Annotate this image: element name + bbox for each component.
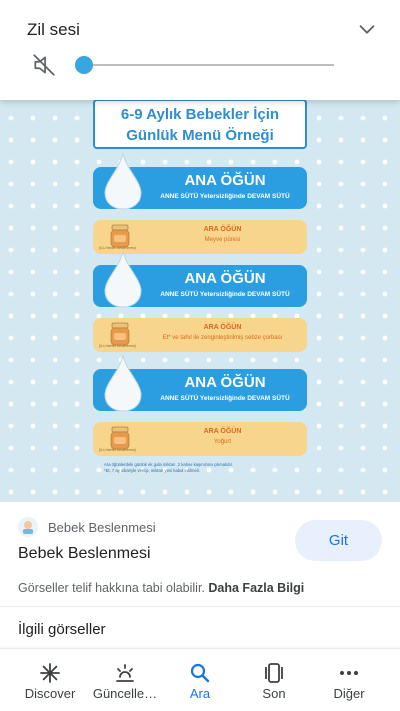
visit-button[interactable]: Git	[295, 520, 382, 561]
meal-title: ANA ÖĞÜN	[184, 270, 266, 287]
jar-caption: (ILU bebek beslenmesi)	[99, 448, 136, 452]
meal-title: ARA ÖĞÜN	[203, 226, 242, 233]
meal-card-main: ANA ÖĞÜN ANNE SÜTÜ Yetersizliğinde DEVAM…	[93, 250, 307, 308]
recent-tabs-icon	[265, 663, 283, 683]
nav-recent[interactable]: Son	[234, 649, 314, 711]
meal-title: ARA ÖĞÜN	[203, 324, 242, 331]
result-image[interactable]: 6-9 Aylık Bebekler İçin Günlük Menü Örne…	[0, 85, 400, 502]
menu-footnote: Ara öğünlerdeki günlük ek gıda miktarı, …	[104, 462, 304, 474]
meal-subtitle: Meyve püresi	[204, 237, 241, 243]
meal-title: ANA ÖĞÜN	[184, 172, 266, 189]
nav-updates[interactable]: Güncelle…	[85, 649, 165, 711]
source-name: Bebek Beslenmesi	[48, 519, 156, 535]
milk-drop-icon	[104, 152, 142, 210]
meal-subtitle: ANNE SÜTÜ Yetersizliğinde DEVAM SÜTÜ	[160, 395, 290, 402]
volume-slider-thumb[interactable]	[75, 56, 93, 74]
meal-subtitle: ANNE SÜTÜ Yetersizliğinde DEVAM SÜTÜ	[160, 291, 290, 298]
copyright-text: Görseller telif hakkına tabi olabilir.	[18, 581, 205, 595]
copyright-notice: Görseller telif hakkına tabi olabilir. D…	[18, 581, 304, 595]
meal-subtitle: Yoğurt	[213, 439, 232, 445]
volume-title: Zil sesi	[27, 20, 80, 39]
nav-more[interactable]: Diğer	[309, 649, 389, 711]
jar-caption: (ILU bebek beslenmesi)	[99, 344, 136, 348]
search-icon	[190, 663, 210, 683]
chevron-down-icon[interactable]	[356, 18, 378, 40]
meal-card-snack: (ILU bebek beslenmesi) ARA ÖĞÜN Yoğurt	[93, 422, 307, 456]
meal-subtitle: ANNE SÜTÜ Yetersizliğinde DEVAM SÜTÜ	[160, 193, 290, 200]
result-title[interactable]: Bebek Beslenmesi	[18, 545, 151, 563]
asterisk-icon	[40, 663, 60, 683]
meal-card-snack: (ILU bebek beslenmesi) ARA ÖĞÜN Et* ve t…	[93, 318, 307, 352]
nav-label: Diğer	[333, 686, 365, 701]
meal-title: ARA ÖĞÜN	[203, 428, 242, 435]
meal-card-main: ANA ÖĞÜN ANNE SÜTÜ Yetersizliğinde DEVAM…	[93, 354, 307, 412]
volume-slider-track[interactable]	[84, 64, 334, 66]
nav-discover[interactable]: Discover	[10, 649, 90, 711]
more-dots-icon	[340, 671, 358, 675]
milk-drop-icon	[104, 354, 142, 412]
menu-heading: 6-9 Aylık Bebekler İçin Günlük Menü Örne…	[93, 99, 307, 149]
footnote-line2: *Et, 7 ay itibariyle verilip, miktarı ye…	[104, 468, 200, 473]
menu-heading-line2: Günlük Menü Örneği	[126, 127, 274, 144]
baby-food-jar-icon	[110, 224, 130, 248]
updates-icon	[116, 664, 134, 682]
nav-label: Discover	[24, 686, 76, 701]
learn-more-link[interactable]: Daha Fazla Bilgi	[208, 581, 304, 595]
meal-title: ANA ÖĞÜN	[184, 374, 266, 391]
baby-food-jar-icon	[110, 322, 130, 346]
bottom-navigation: Discover Güncelle… Ara Son Diğer	[0, 648, 400, 711]
source-row[interactable]: Bebek Beslenmesi	[18, 516, 156, 538]
menu-heading-line1: 6-9 Aylık Bebekler İçin	[120, 106, 280, 123]
related-images-heading: İlgili görseller	[18, 621, 106, 638]
meal-subtitle: Et* ve tahıl ile zenginleştirilmiş sebze…	[162, 335, 283, 341]
volume-panel: Zil sesi	[0, 0, 400, 100]
nav-label: Güncelle…	[92, 686, 158, 701]
divider	[0, 606, 400, 607]
nav-search[interactable]: Ara	[160, 649, 240, 711]
milk-drop-icon	[104, 250, 142, 308]
nav-label: Son	[262, 686, 286, 701]
baby-food-jar-icon	[110, 426, 130, 450]
speaker-muted-icon[interactable]	[31, 52, 57, 78]
meal-card-main: ANA ÖĞÜN ANNE SÜTÜ Yetersizliğinde DEVAM…	[93, 152, 307, 210]
nav-label: Ara	[189, 686, 211, 701]
site-favicon-icon	[18, 517, 38, 537]
